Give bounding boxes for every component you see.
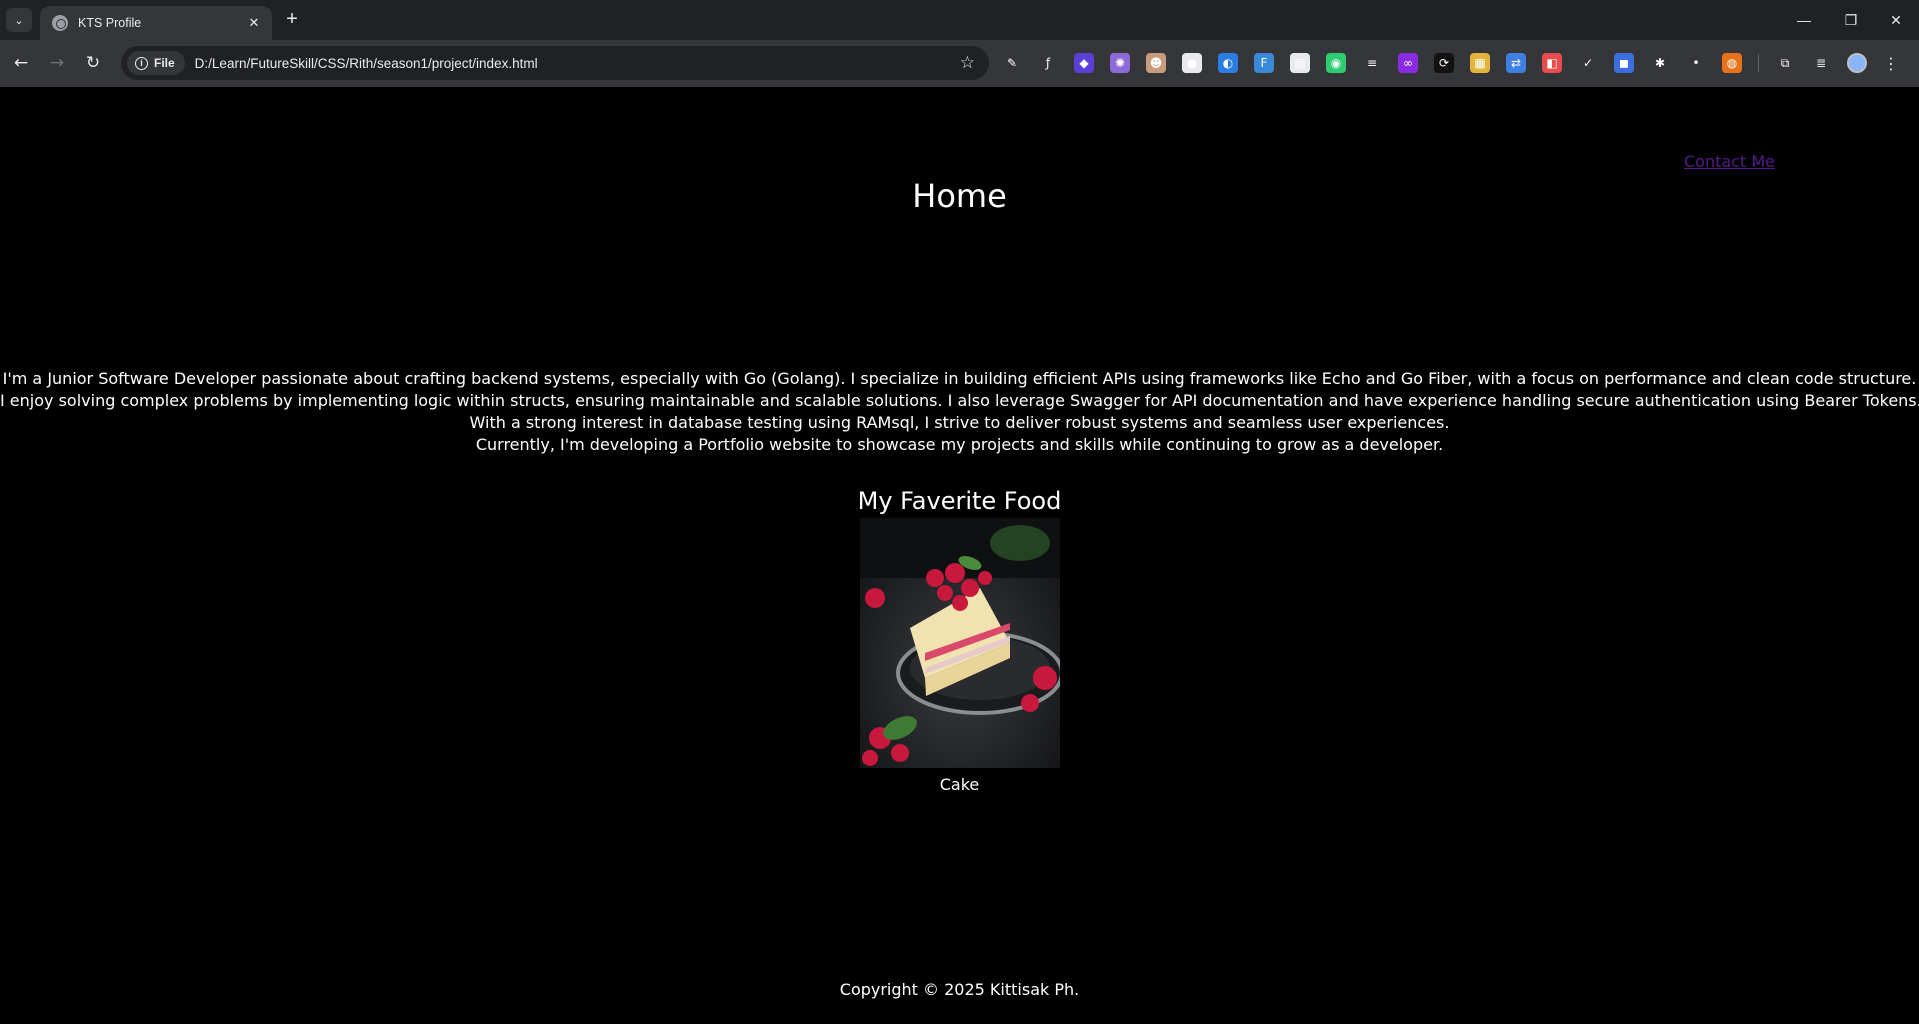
tab-strip: ⌄ KTS Profile ✕ + — ❐ ✕ — [0, 0, 1919, 40]
toolbar-divider — [1758, 54, 1759, 72]
bio-section: I'm a Junior Software Developer passiona… — [0, 368, 1919, 456]
food-section-title: My Faverite Food — [857, 487, 1062, 515]
minimize-button[interactable]: — — [1786, 6, 1822, 34]
dot-icon[interactable]: • — [1686, 53, 1706, 73]
sliders-icon[interactable]: ≡ — [1362, 53, 1382, 73]
browser-chrome: ⌄ KTS Profile ✕ + — ❐ ✕ ← → ↻ i File D:/… — [0, 0, 1919, 87]
bio-line: I'm a Junior Software Developer passiona… — [2, 369, 1917, 388]
restore-button[interactable]: ❐ — [1833, 6, 1869, 34]
site-chip-label: File — [154, 56, 175, 70]
browser-menu-icon[interactable]: ⋮ — [1883, 54, 1899, 73]
cube-icon[interactable]: ◆ — [1074, 53, 1094, 73]
profile-avatar[interactable] — [1847, 53, 1867, 73]
infinity-icon[interactable]: ∞ — [1398, 53, 1418, 73]
site-info-chip[interactable]: i File — [127, 51, 185, 75]
font-function-icon[interactable]: ƒ — [1038, 53, 1058, 73]
address-bar[interactable]: i File D:/Learn/FutureSkill/CSS/Rith/sea… — [121, 46, 989, 80]
reload-button[interactable]: ↻ — [80, 50, 106, 76]
info-icon: i — [135, 56, 148, 70]
ball-icon[interactable]: ◍ — [1722, 53, 1742, 73]
back-button[interactable]: ← — [8, 50, 34, 76]
bio-line: With a strong interest in database testi… — [469, 413, 1450, 432]
grid-icon[interactable]: ▦ — [1470, 53, 1490, 73]
footer-copyright: Copyright © 2025 Kittisak Ph. — [839, 980, 1080, 999]
tab-search-icon[interactable]: ⌄ — [6, 8, 32, 32]
ft-icon[interactable]: F — [1254, 53, 1274, 73]
circle-icon[interactable]: ● — [1182, 53, 1202, 73]
bookmark-icon[interactable]: ◼ — [1614, 53, 1634, 73]
toggle-icon[interactable]: ◧ — [1542, 53, 1562, 73]
url-text[interactable]: D:/Learn/FutureSkill/CSS/Rith/season1/pr… — [195, 56, 960, 71]
puzzle-icon[interactable]: ⧉ — [1775, 53, 1795, 73]
close-tab-icon[interactable]: ✕ — [244, 15, 264, 31]
contact-me-link[interactable]: Contact Me — [1684, 152, 1775, 171]
eyedropper-icon[interactable]: ✎ — [1002, 53, 1022, 73]
bio-line: Currently, I'm developing a Portfolio we… — [475, 435, 1444, 454]
page-content: Contact Me Home I'm a Junior Software De… — [0, 87, 1919, 1024]
close-window-button[interactable]: ✕ — [1878, 6, 1914, 34]
swirl-icon[interactable]: ◐ — [1218, 53, 1238, 73]
bio-line: I enjoy solving complex problems by impl… — [0, 391, 1919, 410]
compass-icon[interactable]: ◉ — [1326, 53, 1346, 73]
media-controls-icon[interactable]: ≣ — [1811, 53, 1831, 73]
forward-button[interactable]: → — [44, 50, 70, 76]
bug-icon[interactable]: ✱ — [1650, 53, 1670, 73]
extensions-row: ✎ ƒ ◆ ✺ ☻ ● ◐ F ▤ ◉ ≡ ∞ ⟳ ▦ ⇄ ◧ ✓ ◼ ✱ • ◍ ⧉ ≣ ⋮ — [1002, 50, 1899, 76]
food-caption: Cake — [939, 775, 980, 794]
cake-image — [860, 518, 1060, 768]
page-title: Home — [912, 177, 1007, 215]
globe-icon — [52, 15, 68, 31]
toolbar: ← → ↻ i File D:/Learn/FutureSkill/CSS/Ri… — [0, 40, 1919, 87]
face-icon[interactable]: ☻ — [1146, 53, 1166, 73]
tab-title: KTS Profile — [78, 16, 142, 30]
tab-kts-profile[interactable]: KTS Profile ✕ — [40, 6, 272, 40]
check-icon[interactable]: ✓ — [1578, 53, 1598, 73]
translate-icon[interactable]: ⇄ — [1506, 53, 1526, 73]
new-tab-button[interactable]: + — [280, 8, 304, 32]
bookmark-star-icon[interactable]: ☆ — [960, 53, 975, 73]
calendar-icon[interactable]: ▤ — [1290, 53, 1310, 73]
loop-icon[interactable]: ⟳ — [1434, 53, 1454, 73]
gear-purple-icon[interactable]: ✺ — [1110, 53, 1130, 73]
